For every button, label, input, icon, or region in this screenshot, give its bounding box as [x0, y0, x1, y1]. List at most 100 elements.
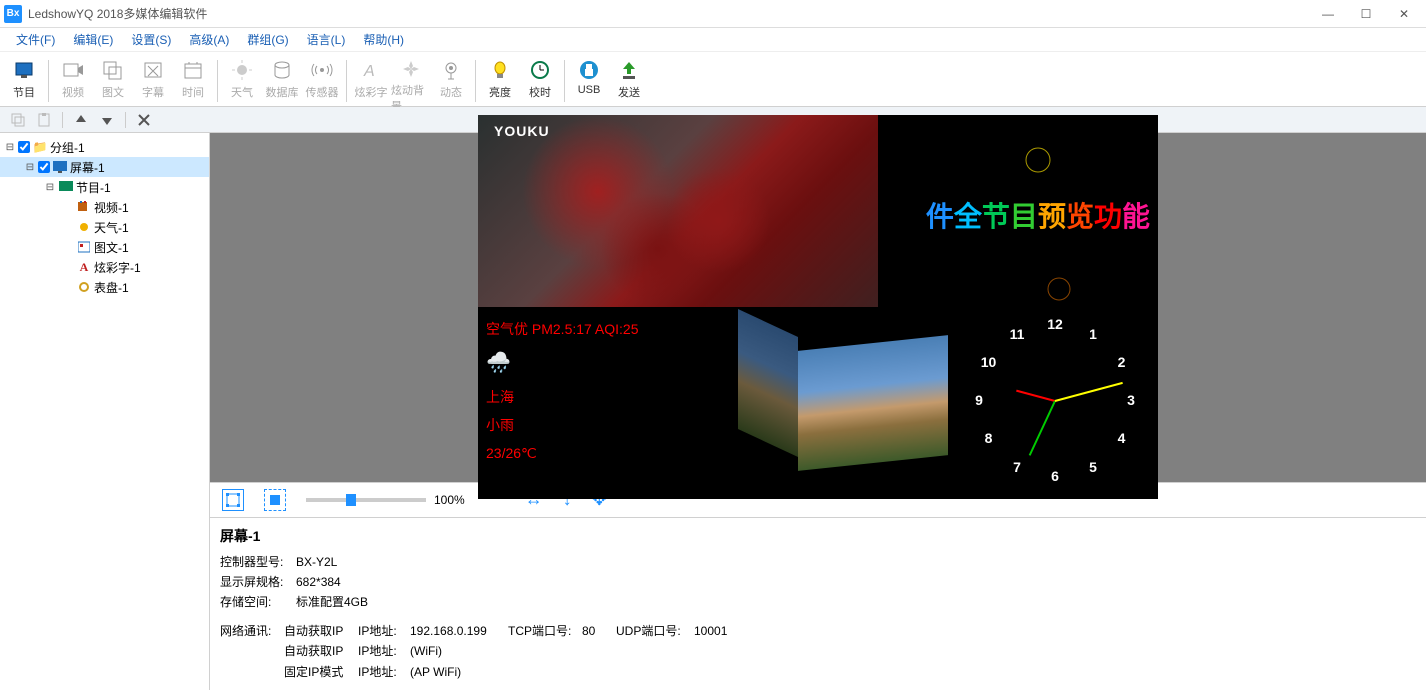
- expand-icon[interactable]: ⊟: [4, 142, 16, 153]
- tree-item-fancy-text[interactable]: A炫彩字-1: [0, 257, 209, 277]
- ribbon-video[interactable]: 视频: [53, 56, 93, 104]
- time-icon: [181, 58, 205, 82]
- app-icon: Bx: [4, 5, 22, 23]
- fancy-bg-icon: [399, 58, 423, 80]
- hour-hand: [1016, 390, 1055, 402]
- dynamic-icon: [439, 58, 463, 82]
- image-text-icon: [101, 58, 125, 82]
- ribbon-toolbar: 节目 视频 图文 字幕 时间 天气 数据库 传感器 A炫彩字 炫动背景 动态 亮…: [0, 52, 1426, 107]
- weather-condition: 小雨: [486, 411, 730, 439]
- title-bar: Bx LedshowYQ 2018多媒体编辑软件 — ☐ ✕: [0, 0, 1426, 28]
- ribbon-usb[interactable]: USB: [569, 56, 609, 104]
- brightness-icon: [488, 58, 512, 82]
- database-icon: [270, 58, 294, 82]
- subtitle-icon: [141, 58, 165, 82]
- video-icon: [76, 200, 92, 214]
- menu-language[interactable]: 语言(L): [299, 29, 354, 50]
- fancy-text-region: 件全节目预览功能: [926, 195, 1150, 235]
- menu-group[interactable]: 群组(G): [239, 29, 296, 50]
- tree-label: 图文-1: [94, 239, 129, 256]
- tree-label: 天气-1: [94, 219, 129, 236]
- actual-size-button[interactable]: [264, 489, 286, 511]
- menu-help[interactable]: 帮助(H): [355, 29, 412, 50]
- move-up-button[interactable]: [71, 110, 91, 130]
- menu-file[interactable]: 文件(F): [8, 29, 63, 50]
- menu-edit[interactable]: 编辑(E): [65, 29, 121, 50]
- ribbon-fancy-bg[interactable]: 炫动背景: [391, 56, 431, 104]
- tree-pane[interactable]: ⊟ 📁 分组-1 ⊟ 屏幕-1 ⊟ 节目-1 视频-1 天气-1 图文-1 A炫…: [0, 133, 210, 690]
- ribbon-weather[interactable]: 天气: [222, 56, 262, 104]
- send-icon: [617, 58, 641, 82]
- ribbon-fancy-text[interactable]: A炫彩字: [351, 56, 391, 104]
- ribbon-dynamic[interactable]: 动态: [431, 56, 471, 104]
- zoom-percent: 100%: [434, 493, 465, 507]
- tree-label: 视频-1: [94, 199, 129, 216]
- circle-decoration-icon: [1023, 145, 1053, 175]
- circle-decoration-icon: [1045, 275, 1073, 303]
- ribbon-time[interactable]: 时间: [173, 56, 213, 104]
- properties-pane: 屏幕-1 控制器型号:BX-Y2L 显示屏规格:682*384 存储空间:标准配…: [210, 518, 1426, 690]
- weather-icon: [230, 58, 254, 82]
- paste-icon-button[interactable]: [34, 110, 54, 130]
- minimize-button[interactable]: —: [1310, 2, 1346, 26]
- ribbon-image-text[interactable]: 图文: [93, 56, 133, 104]
- tree-label: 分组-1: [50, 139, 85, 156]
- menu-advanced[interactable]: 高级(A): [181, 29, 237, 50]
- ribbon-subtitle[interactable]: 字幕: [133, 56, 173, 104]
- dial-icon: [76, 280, 92, 294]
- ribbon-sensor[interactable]: 传感器: [302, 56, 342, 104]
- ribbon-program[interactable]: 节目: [4, 56, 44, 104]
- menu-settings[interactable]: 设置(S): [123, 29, 179, 50]
- tree-item-weather[interactable]: 天气-1: [0, 217, 209, 237]
- move-down-button[interactable]: [97, 110, 117, 130]
- video-region: YOUKU: [478, 115, 878, 307]
- tree-label: 炫彩字-1: [94, 259, 141, 276]
- tree-item-video[interactable]: 视频-1: [0, 197, 209, 217]
- weather-temp: 23/26℃: [486, 439, 730, 467]
- tree-label: 屏幕-1: [70, 159, 105, 176]
- ribbon-brightness[interactable]: 亮度: [480, 56, 520, 104]
- window-title: LedshowYQ 2018多媒体编辑软件: [28, 5, 1310, 22]
- weather-icon: [76, 220, 92, 234]
- program-icon: [58, 180, 74, 194]
- tree-item-image-text[interactable]: 图文-1: [0, 237, 209, 257]
- ribbon-send[interactable]: 发送: [609, 56, 649, 104]
- menu-bar: 文件(F) 编辑(E) 设置(S) 高级(A) 群组(G) 语言(L) 帮助(H…: [0, 28, 1426, 52]
- weather-icon: 🌧️: [486, 343, 730, 383]
- preview-canvas[interactable]: YOUKU 件全节目预览功能 空气优 PM2.5:17 AQI:25 🌧️ 上海…: [210, 133, 1426, 482]
- properties-title: 屏幕-1: [220, 526, 1416, 546]
- ribbon-database[interactable]: 数据库: [262, 56, 302, 104]
- tree-program[interactable]: ⊟ 节目-1: [0, 177, 209, 197]
- tree-group[interactable]: ⊟ 📁 分组-1: [0, 137, 209, 157]
- video-icon: [61, 58, 85, 82]
- tree-item-dial[interactable]: 表盘-1: [0, 277, 209, 297]
- minute-hand: [1029, 401, 1056, 456]
- air-quality: 空气优 PM2.5:17 AQI:25: [486, 315, 730, 343]
- fancy-text-icon: A: [359, 58, 383, 82]
- delete-button[interactable]: [134, 110, 154, 130]
- ribbon-time-sync[interactable]: 校时: [520, 56, 560, 104]
- expand-icon[interactable]: ⊟: [44, 182, 56, 193]
- group-checkbox[interactable]: [18, 141, 30, 153]
- expand-icon[interactable]: ⊟: [24, 162, 36, 173]
- tree-screen[interactable]: ⊟ 屏幕-1: [0, 157, 209, 177]
- clock-region: 12 1 2 3 4 5 6 7 8 9 10 11: [960, 305, 1150, 495]
- second-hand: [1055, 382, 1123, 402]
- program-icon: [12, 58, 36, 82]
- screen-icon: [52, 160, 68, 174]
- image-text-icon: [76, 240, 92, 254]
- sensor-icon: [310, 58, 334, 82]
- copy-icon-button[interactable]: [8, 110, 28, 130]
- image-text-region: [738, 313, 968, 498]
- folder-icon: 📁: [32, 140, 48, 154]
- zoom-slider[interactable]: [306, 498, 426, 502]
- maximize-button[interactable]: ☐: [1348, 2, 1384, 26]
- screen-checkbox[interactable]: [38, 161, 50, 173]
- fancy-text-icon: A: [76, 260, 92, 274]
- time-sync-icon: [528, 58, 552, 82]
- fit-screen-button[interactable]: [222, 489, 244, 511]
- close-button[interactable]: ✕: [1386, 2, 1422, 26]
- youku-logo: YOUKU: [494, 123, 550, 139]
- tree-label: 表盘-1: [94, 279, 129, 296]
- led-screen: YOUKU 件全节目预览功能 空气优 PM2.5:17 AQI:25 🌧️ 上海…: [478, 115, 1158, 499]
